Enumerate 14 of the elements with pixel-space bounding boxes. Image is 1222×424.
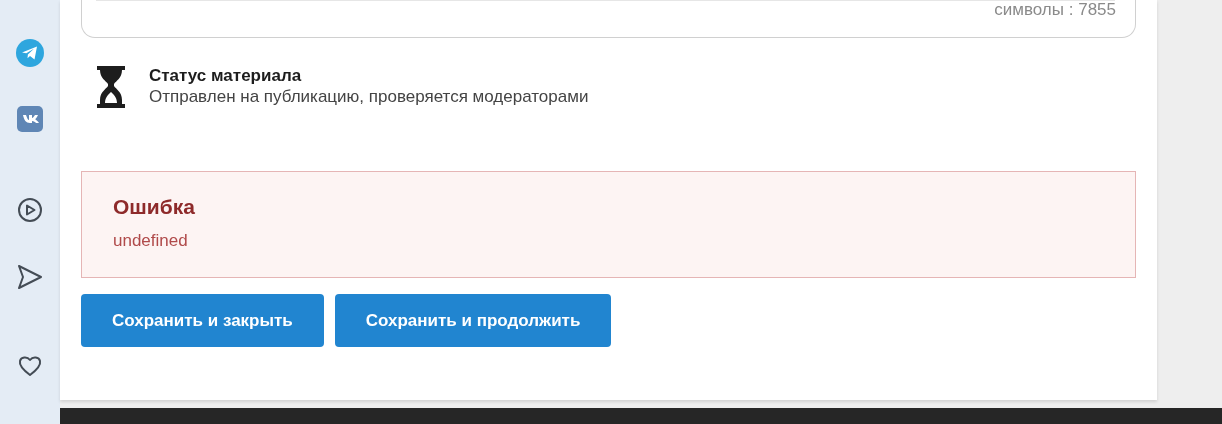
editor-box[interactable]: символы : 7855 <box>81 0 1136 38</box>
save-button[interactable]: Сохранить и продолжить <box>334 294 612 347</box>
hourglass-icon <box>95 66 127 108</box>
telegram-icon[interactable] <box>16 39 44 67</box>
heart-icon[interactable] <box>17 354 43 378</box>
vk-icon[interactable] <box>17 106 43 132</box>
save-button[interactable]: Сохранить и закрыть <box>81 294 324 347</box>
alert-message: undefined <box>113 230 189 252</box>
status-title: Статус материала <box>149 66 303 86</box>
status-text: Отправлен на публикацию, проверяется модераторами <box>149 86 589 108</box>
send-icon[interactable] <box>16 263 44 291</box>
alert-title: Ошибка <box>113 194 196 220</box>
character-counter: символы : 7855 <box>994 0 1116 21</box>
play-icon[interactable] <box>17 197 43 223</box>
